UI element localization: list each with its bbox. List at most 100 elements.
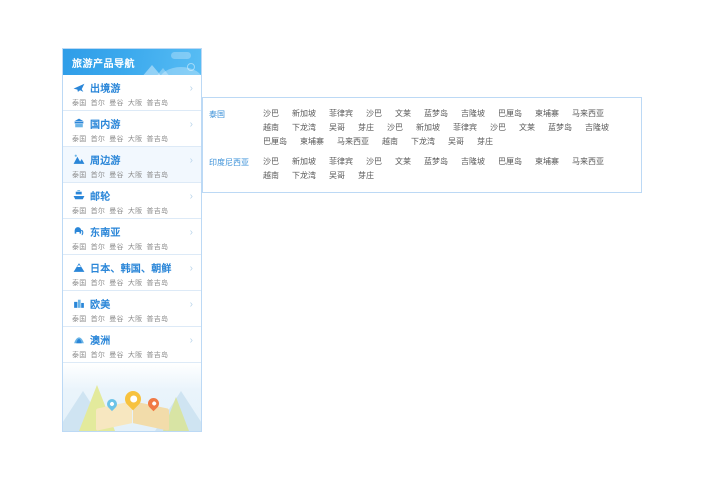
sidebar-sublabel[interactable]: 首尔 <box>91 244 106 251</box>
mountain-icon <box>72 153 86 166</box>
flyout-city-link[interactable]: 芽庄 <box>477 135 493 149</box>
sidebar-sublabel[interactable]: 曼谷 <box>109 172 124 179</box>
flyout-city-link[interactable]: 马来西亚 <box>337 135 369 149</box>
sidebar-item-southeast-asia[interactable]: 东南亚 泰国首尔曼谷大阪普吉岛 › <box>63 219 201 255</box>
sidebar-item-label: 东南亚 <box>90 224 121 239</box>
flyout-city-link[interactable]: 新加坡 <box>292 155 316 169</box>
flyout-city-link[interactable]: 吴哥 <box>448 135 464 149</box>
chevron-right-icon: › <box>190 84 193 94</box>
flyout-city-link[interactable]: 文莱 <box>395 155 411 169</box>
flyout-city-link[interactable]: 蓝梦岛 <box>424 155 448 169</box>
flyout-city-link[interactable]: 越南 <box>263 169 279 183</box>
sidebar-sublabel[interactable]: 首尔 <box>91 352 106 359</box>
sidebar-sublabel[interactable]: 大阪 <box>128 280 143 287</box>
sidebar-sublabel[interactable]: 普吉岛 <box>146 208 168 215</box>
flyout-city-link[interactable]: 文莱 <box>395 107 411 121</box>
flyout-city-link[interactable]: 吴哥 <box>329 121 345 135</box>
flyout-city-link[interactable]: 巴厘岛 <box>263 135 287 149</box>
flyout-city-link[interactable]: 芽庄 <box>358 169 374 183</box>
flyout-group-label[interactable]: 印度尼西亚 <box>209 155 263 170</box>
sidebar-sublabel[interactable]: 曼谷 <box>109 280 124 287</box>
sidebar-sublabel[interactable]: 泰国 <box>72 172 87 179</box>
flyout-city-link[interactable]: 菲律宾 <box>329 155 353 169</box>
flyout-city-link[interactable]: 新加坡 <box>292 107 316 121</box>
sidebar-sublabel[interactable]: 泰国 <box>72 100 87 107</box>
sidebar-sublabel[interactable]: 泰国 <box>72 280 87 287</box>
flyout-city-link[interactable]: 吉隆坡 <box>461 107 485 121</box>
flyout-city-link[interactable]: 吴哥 <box>329 169 345 183</box>
mount-fuji-icon <box>72 261 86 274</box>
flyout-city-link[interactable]: 蓝梦岛 <box>548 121 572 135</box>
sidebar-sublabel[interactable]: 曼谷 <box>109 208 124 215</box>
sidebar-sublabel[interactable]: 曼谷 <box>109 352 124 359</box>
sidebar-sublabel[interactable]: 大阪 <box>128 352 143 359</box>
sidebar-item-outbound[interactable]: 出境游 泰国首尔曼谷大阪普吉岛 › <box>63 75 201 111</box>
sidebar-sublabel[interactable]: 首尔 <box>91 136 106 143</box>
sidebar-sublabel[interactable]: 泰国 <box>72 244 87 251</box>
sidebar-sublabel[interactable]: 首尔 <box>91 280 106 287</box>
sidebar-sublabel[interactable]: 曼谷 <box>109 136 124 143</box>
sidebar-sublabel[interactable]: 首尔 <box>91 172 106 179</box>
sidebar-item-nearby[interactable]: 周边游 泰国首尔曼谷大阪普吉岛 › <box>63 147 201 183</box>
sidebar-sublabel[interactable]: 泰国 <box>72 208 87 215</box>
flyout-city-link[interactable]: 下龙湾 <box>292 121 316 135</box>
flyout-city-link[interactable]: 巴厘岛 <box>498 155 522 169</box>
sidebar-sublabel[interactable]: 大阪 <box>128 136 143 143</box>
flyout-city-link[interactable]: 沙巴 <box>263 155 279 169</box>
sidebar-sublabel[interactable]: 大阪 <box>128 208 143 215</box>
flyout-city-link[interactable]: 马来西亚 <box>572 155 604 169</box>
sidebar-item-japan-korea[interactable]: 日本、韩国、朝鲜 泰国首尔曼谷大阪普吉岛 › <box>63 255 201 291</box>
sidebar-sublabel[interactable]: 曼谷 <box>109 100 124 107</box>
flyout-city-link[interactable]: 吉隆坡 <box>461 155 485 169</box>
flyout-city-link[interactable]: 马来西亚 <box>572 107 604 121</box>
sidebar-sublabel[interactable]: 普吉岛 <box>146 172 168 179</box>
sidebar-item-domestic[interactable]: 国内游 泰国首尔曼谷大阪普吉岛 › <box>63 111 201 147</box>
sidebar-item-label: 国内游 <box>90 116 121 131</box>
sidebar-sublabel[interactable]: 普吉岛 <box>146 136 168 143</box>
sidebar-sublabel[interactable]: 泰国 <box>72 316 87 323</box>
sidebar-item-label: 日本、韩国、朝鲜 <box>90 260 172 275</box>
flyout-city-link[interactable]: 越南 <box>263 121 279 135</box>
flyout-city-link[interactable]: 柬埔寨 <box>300 135 324 149</box>
sidebar-sublabel[interactable]: 普吉岛 <box>146 100 168 107</box>
sidebar-sublabel[interactable]: 大阪 <box>128 244 143 251</box>
flyout-group-label[interactable]: 泰国 <box>209 107 263 122</box>
sidebar-sublabel[interactable]: 普吉岛 <box>146 316 168 323</box>
sidebar-nav-list: 出境游 泰国首尔曼谷大阪普吉岛 › 国内游 泰国首尔曼谷大阪普吉岛 › <box>63 75 201 363</box>
chevron-right-icon: › <box>190 120 193 130</box>
sidebar-item-australia[interactable]: 澳洲 泰国首尔曼谷大阪普吉岛 › <box>63 327 201 363</box>
sidebar-sublabel[interactable]: 曼谷 <box>109 244 124 251</box>
sidebar-sublabel[interactable]: 大阪 <box>128 316 143 323</box>
flyout-city-link[interactable]: 沙巴 <box>263 107 279 121</box>
flyout-city-link[interactable]: 越南 <box>382 135 398 149</box>
sidebar-sublabel[interactable]: 大阪 <box>128 100 143 107</box>
sidebar-sublabel[interactable]: 泰国 <box>72 136 87 143</box>
flyout-city-link[interactable]: 沙巴 <box>366 107 382 121</box>
flyout-city-link[interactable]: 沙巴 <box>387 121 403 135</box>
flyout-city-link[interactable]: 柬埔寨 <box>535 155 559 169</box>
flyout-city-link[interactable]: 蓝梦岛 <box>424 107 448 121</box>
flyout-city-link[interactable]: 沙巴 <box>366 155 382 169</box>
flyout-city-link[interactable]: 菲律宾 <box>329 107 353 121</box>
sidebar-sublabel[interactable]: 普吉岛 <box>146 352 168 359</box>
sidebar-sublabel[interactable]: 普吉岛 <box>146 280 168 287</box>
flyout-city-link[interactable]: 巴厘岛 <box>498 107 522 121</box>
flyout-city-link[interactable]: 沙巴 <box>490 121 506 135</box>
flyout-city-link[interactable]: 菲律宾 <box>453 121 477 135</box>
sidebar-sublabel[interactable]: 曼谷 <box>109 316 124 323</box>
sidebar-item-cruise[interactable]: 邮轮 泰国首尔曼谷大阪普吉岛 › <box>63 183 201 219</box>
sidebar-sublabel[interactable]: 大阪 <box>128 172 143 179</box>
flyout-city-link[interactable]: 芽庄 <box>358 121 374 135</box>
flyout-city-link[interactable]: 文莱 <box>519 121 535 135</box>
flyout-city-link[interactable]: 新加坡 <box>416 121 440 135</box>
sidebar-sublabel[interactable]: 首尔 <box>91 316 106 323</box>
sidebar-sublabel[interactable]: 首尔 <box>91 100 106 107</box>
sidebar-sublabel[interactable]: 泰国 <box>72 352 87 359</box>
flyout-city-link[interactable]: 吉隆坡 <box>585 121 609 135</box>
sidebar-item-europe-america[interactable]: 欧美 泰国首尔曼谷大阪普吉岛 › <box>63 291 201 327</box>
sidebar-sublabel[interactable]: 普吉岛 <box>146 244 168 251</box>
flyout-city-link[interactable]: 柬埔寨 <box>535 107 559 121</box>
sidebar-sublabel[interactable]: 首尔 <box>91 208 106 215</box>
flyout-city-link[interactable]: 下龙湾 <box>411 135 435 149</box>
flyout-city-link[interactable]: 下龙湾 <box>292 169 316 183</box>
